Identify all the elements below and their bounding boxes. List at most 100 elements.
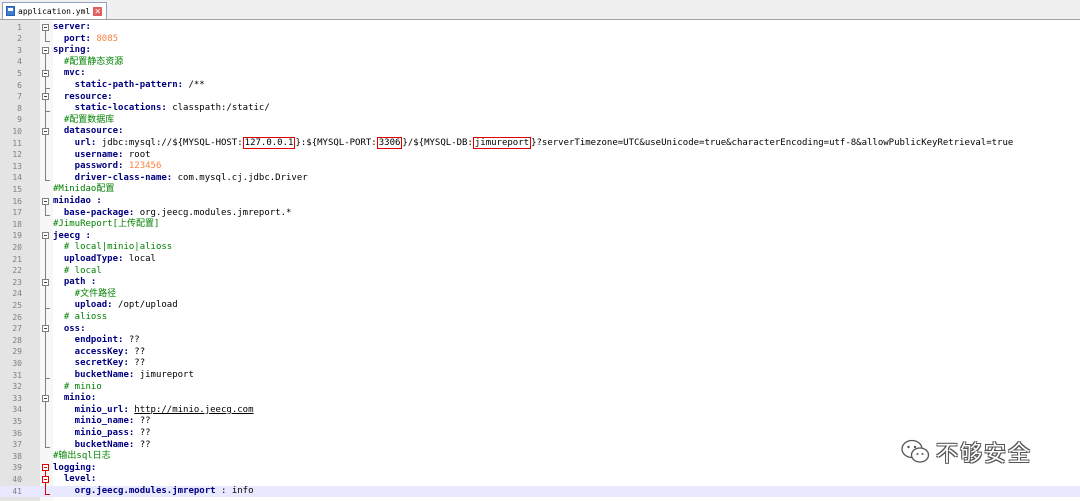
code-text: #配置静态资源: [53, 57, 123, 68]
code-line[interactable]: 35 minio_name: ??: [0, 416, 1080, 428]
yaml-value: }?serverTimezone=UTC&useUnicode=true&cha…: [531, 138, 1014, 148]
code-line[interactable]: 8 static-locations: classpath:/static/: [0, 103, 1080, 115]
code-line[interactable]: 33 minio:: [0, 393, 1080, 405]
code-text: url: jdbc:mysql://${MYSQL-HOST: 127.0.0.1…: [53, 137, 1014, 149]
code-line[interactable]: 4 #配置静态资源: [0, 56, 1080, 68]
tab-application-yml[interactable]: application.yml ✕: [2, 2, 108, 19]
comment: # local|minio|alioss: [53, 242, 173, 253]
line-number: 19: [12, 231, 22, 241]
code-text: upload: /opt/upload: [53, 300, 178, 311]
code-line[interactable]: 23 path :: [0, 277, 1080, 289]
line-number: 28: [12, 335, 22, 345]
code-line[interactable]: 10 datasource:: [0, 126, 1080, 138]
code-text: username: root: [53, 150, 151, 161]
fold-toggle-icon[interactable]: [42, 464, 49, 472]
code-line[interactable]: 6 static-path-pattern: /**: [0, 80, 1080, 92]
code-line[interactable]: 20 # local|minio|alioss: [0, 242, 1080, 254]
code-line[interactable]: 28 endpoint: ??: [0, 335, 1080, 347]
highlighted-value: 3306: [376, 137, 403, 149]
code-line[interactable]: 22 # local: [0, 265, 1080, 277]
fold-toggle-icon[interactable]: [42, 394, 49, 402]
line-number: 10: [12, 126, 22, 136]
code-line[interactable]: 17 base-package: org.jeecg.modules.jmrep…: [0, 207, 1080, 219]
code-text: org.jeecg.modules.jmreport : info: [53, 486, 254, 497]
code-text: bucketName: ??: [53, 440, 151, 451]
code-line[interactable]: 31 bucketName: jimureport: [0, 370, 1080, 382]
fold-toggle-icon[interactable]: [42, 69, 49, 77]
yaml-key: driver-class-name:: [53, 172, 178, 183]
code-line[interactable]: 29 accessKey: ??: [0, 346, 1080, 358]
code-text: # alioss: [53, 312, 107, 323]
comment: #配置数据库: [53, 114, 115, 125]
code-line[interactable]: 2 port: 8085: [0, 33, 1080, 45]
code-text: #JimuReport[上传配置]: [53, 219, 159, 230]
code-line[interactable]: 25 upload: /opt/upload: [0, 300, 1080, 312]
code-line[interactable]: 41 org.jeecg.modules.jmreport : info: [0, 485, 1080, 498]
yaml-key: port:: [53, 33, 97, 44]
close-icon[interactable]: ✕: [93, 6, 103, 16]
fold-guide: [45, 284, 46, 309]
code-text: minio:: [53, 393, 97, 404]
code-line[interactable]: 26 # alioss: [0, 312, 1080, 324]
code-line[interactable]: 7 resource:: [0, 91, 1080, 103]
code-line[interactable]: 13 password: 123456: [0, 161, 1080, 173]
code-text: driver-class-name: com.mysql.cj.jdbc.Dri…: [53, 173, 308, 184]
code-line[interactable]: 16 minidao :: [0, 196, 1080, 208]
yaml-key: spring:: [53, 45, 91, 56]
yaml-key: level:: [53, 474, 97, 485]
code-line[interactable]: 1 server:: [0, 22, 1080, 34]
yaml-key: minio_pass:: [53, 428, 140, 438]
watermark: 不够安全: [900, 436, 1032, 468]
code-line[interactable]: 12 username: root: [0, 149, 1080, 161]
code-line[interactable]: 27 oss:: [0, 323, 1080, 335]
line-number: 17: [12, 208, 22, 218]
line-number: 40: [12, 474, 22, 484]
code-line[interactable]: 3 spring:: [0, 45, 1080, 57]
yaml-value: ??: [139, 428, 151, 438]
line-number: 26: [12, 312, 22, 322]
code-line[interactable]: 34 minio_url: http://minio.jeecg.com: [0, 404, 1080, 416]
fold-end: [45, 447, 50, 449]
yaml-value: jimureport: [139, 370, 194, 380]
line-number: 32: [12, 382, 22, 392]
line-number: 9: [17, 115, 22, 125]
fold-toggle-icon[interactable]: [42, 232, 49, 240]
code-line[interactable]: 30 secretKey: ??: [0, 358, 1080, 370]
line-number: 34: [12, 405, 22, 415]
code-line[interactable]: 24 #文件路径: [0, 288, 1080, 300]
yaml-key: jeecg :: [53, 230, 91, 241]
code-editor[interactable]: 1 server: 2 port: 8085 3 spring: 4 #配置静态资源 5 m…: [0, 20, 1080, 501]
code-line[interactable]: 15 #Minidao配置: [0, 184, 1080, 196]
line-number: 23: [12, 277, 22, 287]
fold-end: [45, 110, 50, 112]
code-line[interactable]: 18 #JimuReport[上传配置]: [0, 219, 1080, 231]
fold-toggle-icon[interactable]: [42, 197, 49, 205]
fold-toggle-icon[interactable]: [42, 23, 49, 31]
yaml-key: minio_url:: [53, 404, 135, 415]
code-text: # minio: [53, 382, 102, 393]
line-number: 2: [17, 34, 22, 44]
code-line[interactable]: 21 uploadType: local: [0, 254, 1080, 266]
code-line[interactable]: 14 driver-class-name: com.mysql.cj.jdbc.…: [0, 172, 1080, 184]
line-number: 13: [12, 161, 22, 171]
code-line[interactable]: 11 url: jdbc:mysql://${MYSQL-HOST: 127.0.…: [0, 137, 1080, 150]
fold-toggle-icon[interactable]: [42, 325, 49, 333]
fold-toggle-icon[interactable]: [42, 46, 49, 54]
fold-toggle-icon[interactable]: [42, 127, 49, 135]
code-text: endpoint: ??: [53, 335, 140, 346]
fold-guide: [45, 331, 46, 379]
code-line[interactable]: 40 level:: [0, 474, 1080, 486]
code-text: jeecg :: [53, 231, 91, 242]
code-text: minidao :: [53, 196, 102, 207]
code-line[interactable]: 5 mvc:: [0, 68, 1080, 80]
code-line[interactable]: 9 #配置数据库: [0, 114, 1080, 126]
yaml-key: logging:: [53, 462, 97, 473]
fold-toggle-icon[interactable]: [42, 475, 49, 483]
line-number: 16: [12, 196, 22, 206]
code-line[interactable]: 19 jeecg :: [0, 230, 1080, 242]
comment: #JimuReport[上传配置]: [53, 219, 160, 230]
fold-toggle-icon[interactable]: [42, 278, 49, 286]
code-line[interactable]: 32 # minio: [0, 381, 1080, 393]
code-text: #文件路径: [53, 289, 116, 300]
fold-toggle-icon[interactable]: [42, 93, 49, 101]
